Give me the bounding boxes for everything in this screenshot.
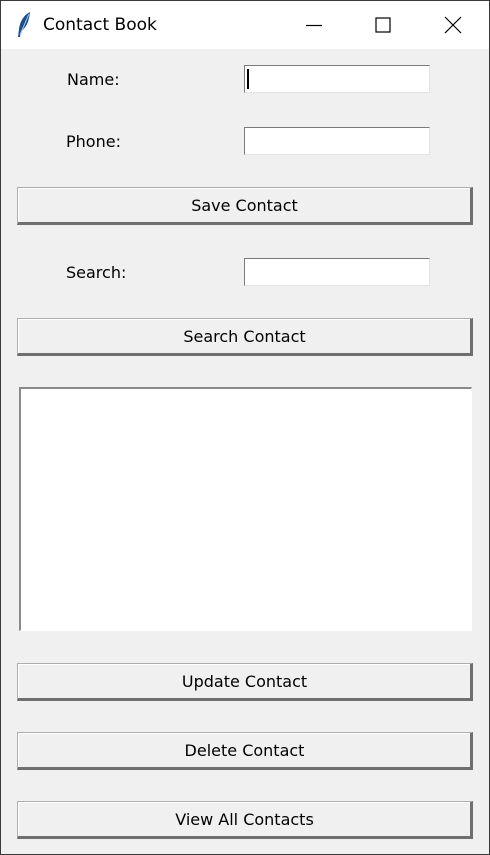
search-contact-button[interactable]: Search Contact <box>17 318 473 356</box>
delete-contact-button[interactable]: Delete Contact <box>17 732 473 770</box>
text-caret <box>247 69 249 89</box>
search-input[interactable] <box>244 258 430 286</box>
minimize-icon <box>306 24 322 27</box>
contact-book-window: Contact Book Name: Phone: Save Contact S… <box>0 0 490 855</box>
search-label: Search: <box>66 263 127 282</box>
contacts-listbox[interactable] <box>19 387 472 631</box>
minimize-button[interactable] <box>280 1 348 49</box>
maximize-button[interactable] <box>349 1 417 49</box>
phone-label: Phone: <box>66 132 121 151</box>
close-icon <box>444 16 462 34</box>
title-bar[interactable]: Contact Book <box>1 1 489 49</box>
phone-input[interactable] <box>244 127 430 155</box>
view-all-contacts-button[interactable]: View All Contacts <box>17 801 473 839</box>
name-input[interactable] <box>244 65 430 93</box>
maximize-icon <box>375 17 391 33</box>
window-title: Contact Book <box>43 15 157 35</box>
name-label: Name: <box>67 70 120 89</box>
save-contact-button[interactable]: Save Contact <box>17 187 473 225</box>
feather-icon <box>15 11 35 39</box>
update-contact-button[interactable]: Update Contact <box>17 663 473 701</box>
close-button[interactable] <box>419 1 487 49</box>
